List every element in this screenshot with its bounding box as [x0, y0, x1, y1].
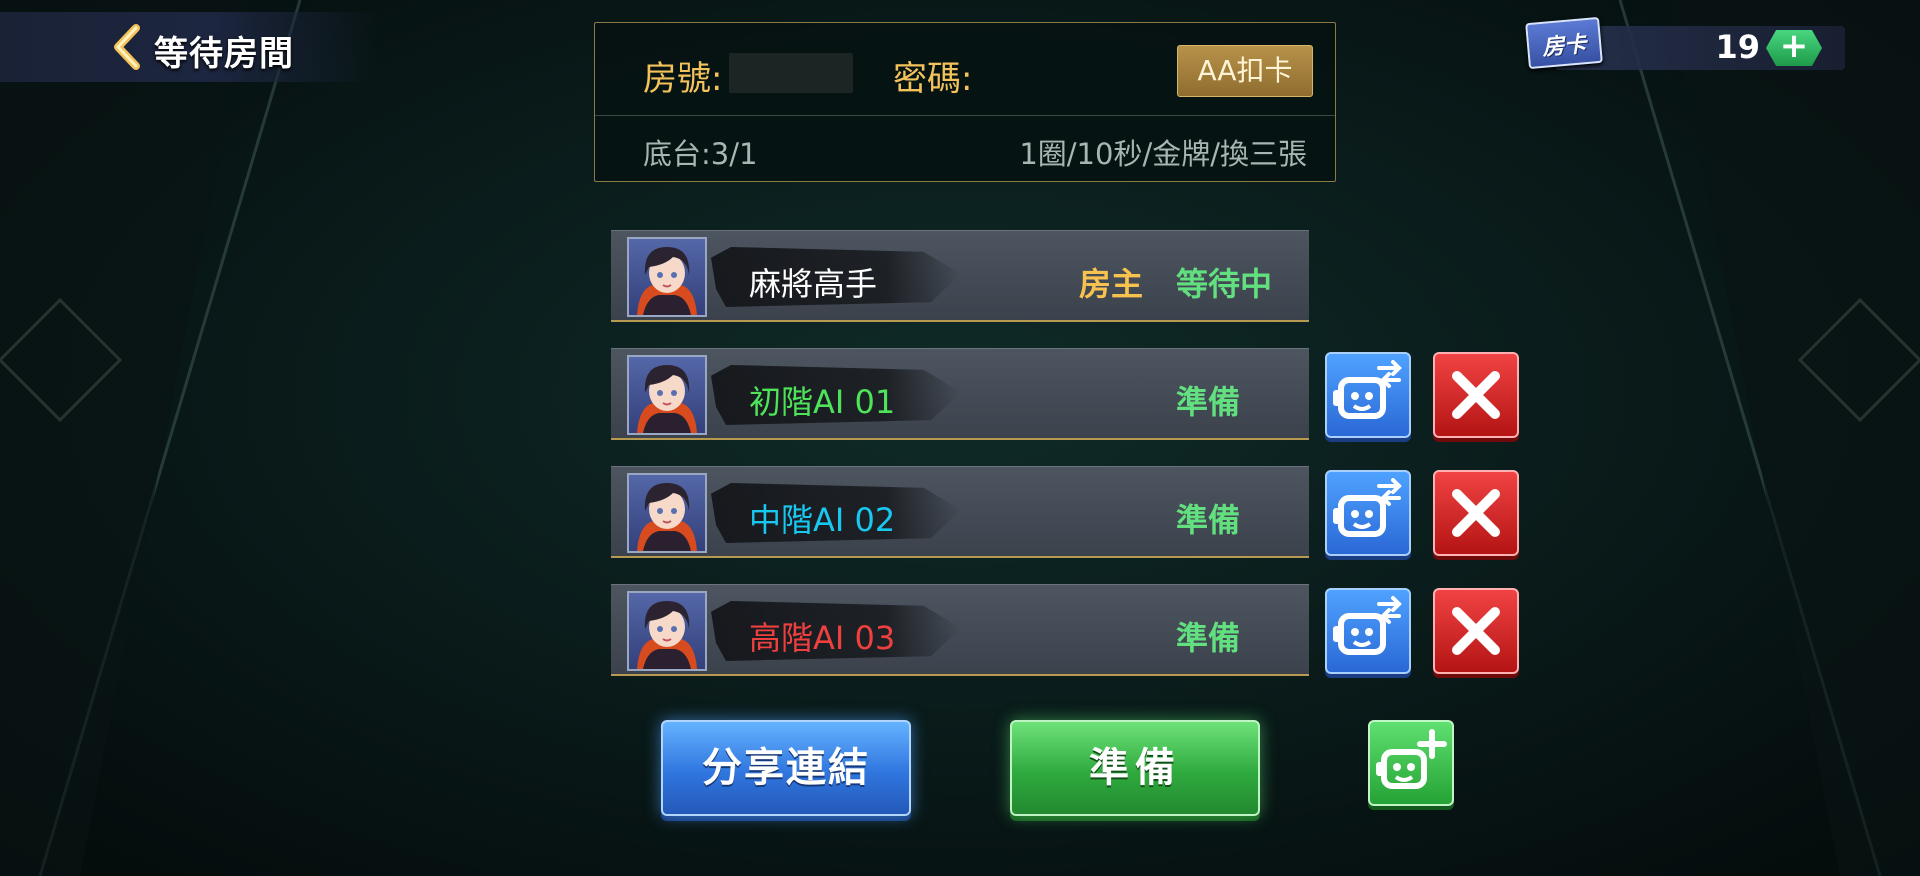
add-room-card-button[interactable]: + — [1766, 30, 1822, 66]
player-row: 高階AI 03 準備 — [611, 584, 1309, 676]
share-link-button[interactable]: 分享連結 — [661, 720, 911, 816]
aa-card-button[interactable]: AA扣卡 — [1177, 45, 1313, 97]
chevron-left-icon — [114, 24, 140, 70]
kick-ai-button[interactable] — [1433, 352, 1519, 438]
add-ai-button[interactable] — [1368, 720, 1454, 806]
player-status: 等待中 — [1176, 265, 1273, 303]
player-status: 準備 — [1176, 619, 1241, 657]
room-rules-label: 1圈/10秒/金牌/換三張 — [1019, 137, 1307, 171]
base-stake-label: 底台:3/1 — [643, 137, 758, 171]
avatar-image — [637, 247, 697, 315]
swap-ai-button[interactable] — [1325, 470, 1411, 556]
avatar — [627, 473, 707, 553]
player-status: 準備 — [1176, 383, 1241, 421]
swap-ai-button[interactable] — [1325, 588, 1411, 674]
player-row: 初階AI 01 準備 — [611, 348, 1309, 440]
robot-swap-icon — [1333, 478, 1402, 537]
password-label: 密碼: — [893, 59, 973, 99]
robot-swap-icon — [1333, 360, 1402, 419]
page-title: 等待房間 — [154, 34, 294, 74]
avatar-image — [637, 601, 697, 669]
room-card-icon: 房卡 — [1525, 16, 1603, 70]
avatar — [627, 237, 707, 317]
ready-button[interactable]: 準備 — [1010, 720, 1260, 816]
avatar — [627, 591, 707, 671]
avatar — [627, 355, 707, 435]
kick-ai-button[interactable] — [1433, 588, 1519, 674]
swap-ai-button[interactable] — [1325, 352, 1411, 438]
player-name: 初階AI 01 — [749, 383, 896, 421]
robot-swap-icon — [1333, 596, 1402, 655]
room-number-label: 房號: — [643, 59, 723, 99]
back-button[interactable] — [110, 24, 150, 70]
room-card-label: 房卡 — [1541, 32, 1588, 61]
kick-ai-button[interactable] — [1433, 470, 1519, 556]
player-row: 中階AI 02 準備 — [611, 466, 1309, 558]
close-icon — [1452, 489, 1500, 537]
avatar-image — [637, 483, 697, 551]
room-card-count: 19 — [1715, 28, 1760, 66]
player-name: 麻將高手 — [749, 265, 878, 303]
robot-add-icon — [1376, 729, 1447, 789]
divider — [595, 115, 1335, 116]
close-icon — [1452, 371, 1500, 419]
player-name: 高階AI 03 — [749, 619, 896, 657]
room-info-panel: 房號: 密碼: AA扣卡 底台:3/1 1圈/10秒/金牌/換三張 — [594, 22, 1336, 182]
player-name: 中階AI 02 — [749, 501, 896, 539]
host-badge: 房主 — [1079, 265, 1144, 303]
close-icon — [1452, 607, 1500, 655]
player-row: 麻將高手 房主 等待中 — [611, 230, 1309, 322]
player-status: 準備 — [1176, 501, 1241, 539]
avatar-image — [637, 365, 697, 433]
room-number-value — [729, 53, 853, 93]
